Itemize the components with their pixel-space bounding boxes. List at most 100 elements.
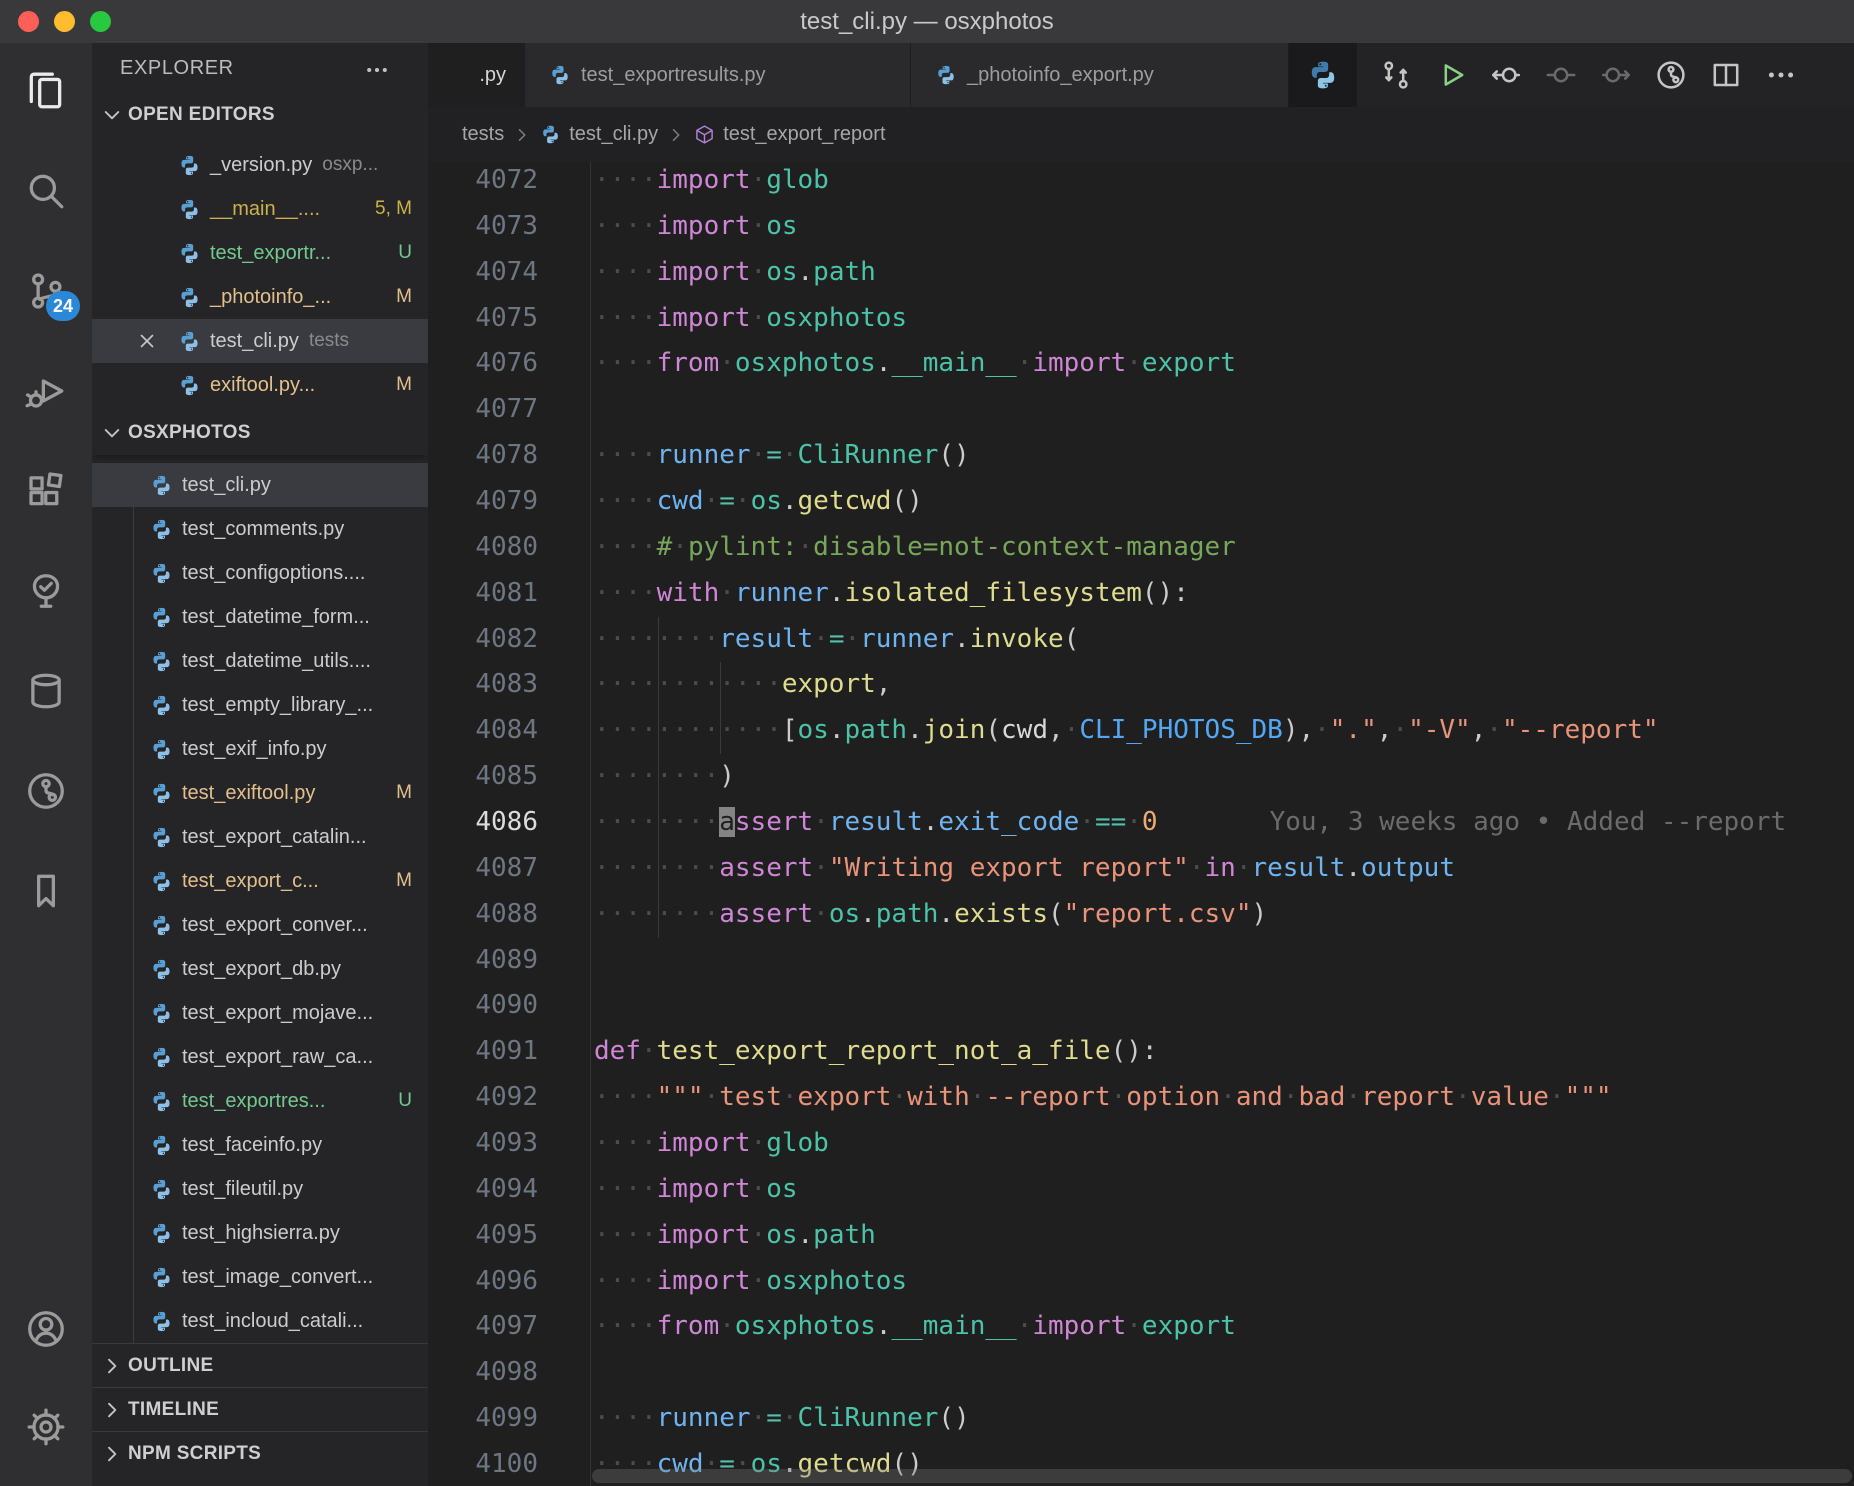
tree-item[interactable]: test_export_conver...	[92, 903, 428, 947]
compare-working-icon[interactable]	[1544, 58, 1578, 92]
line-number: 4099	[428, 1396, 538, 1442]
code-line[interactable]: 4076····from·osxphotos.__main__·import·e…	[428, 341, 1854, 387]
code-line[interactable]: 4079····cwd·=·os.getcwd()	[428, 479, 1854, 525]
project-section-header[interactable]: OSXPHOTOS	[92, 411, 428, 455]
more-actions-icon[interactable]	[364, 57, 390, 89]
open-editor-item[interactable]: __main__....5, M	[92, 187, 428, 231]
code-line[interactable]: 4089	[428, 938, 1854, 984]
outline-section-header[interactable]: OUTLINE	[92, 1343, 428, 1387]
activity-database-button[interactable]	[0, 643, 92, 743]
tree-item[interactable]: test_highsierra.py	[92, 1211, 428, 1255]
tree-item[interactable]: test_export_raw_ca...	[92, 1035, 428, 1079]
code-line[interactable]: 4090	[428, 983, 1854, 1029]
open-editor-item[interactable]: test_cli.pytests	[92, 319, 428, 363]
tab-test-exportresults-py[interactable]: test_exportresults.py	[525, 43, 911, 107]
code-line[interactable]: 4073····import·os	[428, 204, 1854, 250]
code-editor[interactable]: 4072····import·glob4073····import·os4074…	[428, 162, 1854, 1486]
code-line[interactable]: 4077	[428, 387, 1854, 433]
open-editors-header[interactable]: OPEN EDITORS	[92, 95, 428, 135]
tree-item[interactable]: test_export_c...M	[92, 859, 428, 903]
file-name: test_fileutil.py	[182, 1178, 303, 1201]
code-line[interactable]: 4087········assert·"Writing export repor…	[428, 846, 1854, 892]
run-icon[interactable]	[1434, 58, 1468, 92]
activity-search-button[interactable]	[0, 143, 92, 243]
tree-item[interactable]: test_exiftool.pyM	[92, 771, 428, 815]
tab--photoinfo-export-py[interactable]: _photoinfo_export.py	[911, 43, 1289, 107]
code-line[interactable]: 4091def·test_export_report_not_a_file():	[428, 1029, 1854, 1075]
code-line[interactable]: 4085········)	[428, 754, 1854, 800]
breadcrumb-item[interactable]: tests	[462, 123, 504, 146]
breadcrumb-item[interactable]: test_export_report	[694, 123, 885, 146]
tree-item[interactable]: test_export_mojave...	[92, 991, 428, 1035]
code-line[interactable]: 4074····import·os.path	[428, 250, 1854, 296]
code-line[interactable]: 4095····import·os.path	[428, 1213, 1854, 1259]
open-changes-icon[interactable]	[1379, 58, 1413, 92]
tree-item[interactable]: test_comments.py	[92, 507, 428, 551]
code-line[interactable]: 4094····import·os	[428, 1167, 1854, 1213]
code-line[interactable]: 4096····import·osxphotos	[428, 1259, 1854, 1305]
activity-account-button[interactable]	[0, 1282, 92, 1380]
activity-settings-button[interactable]	[0, 1380, 92, 1478]
tree-item[interactable]: test_configoptions....	[92, 551, 428, 595]
code-text: ····import·osxphotos	[594, 1266, 907, 1296]
tree-item[interactable]: test_datetime_form...	[92, 595, 428, 639]
tree-item[interactable]: test_export_db.py	[92, 947, 428, 991]
code-line[interactable]: 4084············[os.path.join(cwd,·CLI_P…	[428, 708, 1854, 754]
code-text: def·test_export_report_not_a_file():	[594, 1036, 1158, 1066]
code-line[interactable]: 4072····import·glob	[428, 162, 1854, 204]
activity-testing-tree-button[interactable]	[0, 543, 92, 643]
horizontal-scrollbar[interactable]	[592, 1469, 1852, 1483]
open-editor-item[interactable]: _version.pyosxp...	[92, 143, 428, 187]
file-name: test_export_mojave...	[182, 1002, 373, 1025]
activity-source-control-button[interactable]: 24	[0, 243, 92, 343]
tree-item[interactable]: test_image_convert...	[92, 1255, 428, 1299]
code-line[interactable]: 4083············export,	[428, 662, 1854, 708]
timeline-section-header[interactable]: TIMELINE	[92, 1387, 428, 1431]
tree-item[interactable]: test_datetime_utils....	[92, 639, 428, 683]
code-text: ····runner·=·CliRunner()	[594, 440, 970, 470]
code-line[interactable]: 4086········assert·result.exit_code·==·0…	[428, 800, 1854, 846]
file-name: test_configoptions....	[182, 562, 365, 585]
tree-item[interactable]: test_exif_info.py	[92, 727, 428, 771]
code-line[interactable]: 4082········result·=·runner.invoke(	[428, 617, 1854, 663]
tab--py[interactable]: .py	[428, 43, 525, 107]
code-line[interactable]: 4081····with·runner.isolated_filesystem(…	[428, 571, 1854, 617]
activity-gitlens-button[interactable]	[0, 743, 92, 843]
python-logo-icon[interactable]	[1289, 43, 1357, 107]
tree-item[interactable]: test_cli.py	[92, 463, 428, 507]
breadcrumb-item[interactable]: test_cli.py	[540, 123, 658, 146]
python-file-icon	[150, 1090, 173, 1113]
tree-item[interactable]: test_export_catalin...	[92, 815, 428, 859]
code-line[interactable]: 4097····from·osxphotos.__main__·import·e…	[428, 1304, 1854, 1350]
npm-scripts-section-header[interactable]: NPM SCRIPTS	[92, 1431, 428, 1475]
code-line[interactable]: 4092····"""·test·export·with·--report·op…	[428, 1075, 1854, 1121]
python-file-icon	[178, 374, 201, 397]
code-line[interactable]: 4078····runner·=·CliRunner()	[428, 433, 1854, 479]
open-editor-item[interactable]: _photoinfo_...M	[92, 275, 428, 319]
close-icon[interactable]	[136, 330, 158, 352]
tree-item[interactable]: test_faceinfo.py	[92, 1123, 428, 1167]
tree-item[interactable]: test_fileutil.py	[92, 1167, 428, 1211]
activity-extensions-button[interactable]	[0, 443, 92, 543]
code-line[interactable]: 4075····import·osxphotos	[428, 296, 1854, 342]
activity-files-button[interactable]	[0, 43, 92, 143]
split-editor-icon[interactable]	[1709, 58, 1743, 92]
tree-item[interactable]: test_exportres...U	[92, 1079, 428, 1123]
prev-change-icon[interactable]	[1489, 58, 1523, 92]
tree-item[interactable]: test_incloud_catali...	[92, 1299, 428, 1343]
open-editor-item[interactable]: exiftool.py...M	[92, 363, 428, 407]
extensions-icon	[25, 470, 67, 517]
activity-run-debug-button[interactable]	[0, 343, 92, 443]
code-line[interactable]: 4088········assert·os.path.exists("repor…	[428, 892, 1854, 938]
more-actions-icon[interactable]	[1764, 58, 1798, 92]
open-editor-item[interactable]: test_exportr...U	[92, 231, 428, 275]
next-change-icon[interactable]	[1599, 58, 1633, 92]
python-file-icon	[150, 1134, 173, 1157]
activity-bookmarks-button[interactable]	[0, 843, 92, 943]
code-line[interactable]: 4099····runner·=·CliRunner()	[428, 1396, 1854, 1442]
code-line[interactable]: 4098	[428, 1350, 1854, 1396]
code-line[interactable]: 4093····import·glob	[428, 1121, 1854, 1167]
tree-item[interactable]: test_empty_library_...	[92, 683, 428, 727]
gitlens-icon[interactable]	[1654, 58, 1688, 92]
code-line[interactable]: 4080····#·pylint:·disable=not-context-ma…	[428, 525, 1854, 571]
